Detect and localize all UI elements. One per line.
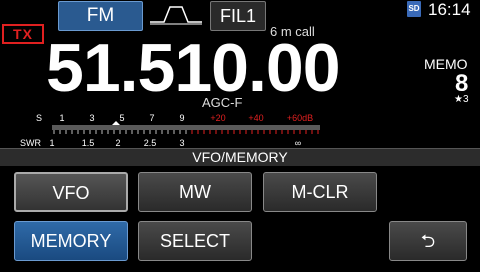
s-tick-label: +60dB (287, 113, 313, 123)
swr-label: SWR (20, 138, 41, 148)
memory-write-button[interactable]: MW (138, 172, 252, 212)
memo-star-group: ★3 (454, 94, 469, 105)
swr-tick-label: 3 (179, 138, 184, 148)
memory-button[interactable]: MEMORY (14, 221, 128, 261)
s-meter-bar (52, 125, 320, 130)
s-tick-label: 1 (59, 113, 64, 123)
frequency-readout[interactable]: 51.510.00 (46, 32, 341, 104)
clock: 16:14 (428, 0, 471, 19)
agc-indicator: AGC-F (202, 95, 243, 110)
back-arrow-icon: ⮌ (420, 231, 436, 251)
sd-card-icon: SD (407, 1, 421, 17)
s-tick-label: 5 (119, 113, 124, 123)
s-tick-label: 9 (179, 113, 184, 123)
filter-shape-icon (150, 6, 202, 25)
s-tick-label: 3 (89, 113, 94, 123)
s-tick-label: +40 (248, 113, 263, 123)
panel-title: VFO/MEMORY (0, 148, 480, 166)
mode-button[interactable]: FM (58, 1, 143, 31)
s-meter-label: S (36, 113, 42, 123)
s-tick-label: 7 (149, 113, 154, 123)
swr-tick-label: 1 (49, 138, 54, 148)
s-tick-label: +20 (210, 113, 225, 123)
swr-tick-label: 2.5 (144, 138, 157, 148)
tx-indicator: TX (2, 24, 44, 44)
s-meter: S 1 3 5 7 9 +20 +40 +60dB SWR 1 1.5 2 2.5 3 ∞ (20, 113, 320, 148)
swr-tick-label: 2 (115, 138, 120, 148)
swr-tick-label: ∞ (295, 138, 301, 148)
swr-tick-label: 1.5 (82, 138, 95, 148)
select-button[interactable]: SELECT (138, 221, 252, 261)
vfo-button[interactable]: VFO (14, 172, 128, 212)
memory-clear-button[interactable]: M-CLR (263, 172, 377, 212)
filter-button[interactable]: FIL1 (210, 1, 266, 31)
back-button[interactable]: ⮌ (389, 221, 467, 261)
